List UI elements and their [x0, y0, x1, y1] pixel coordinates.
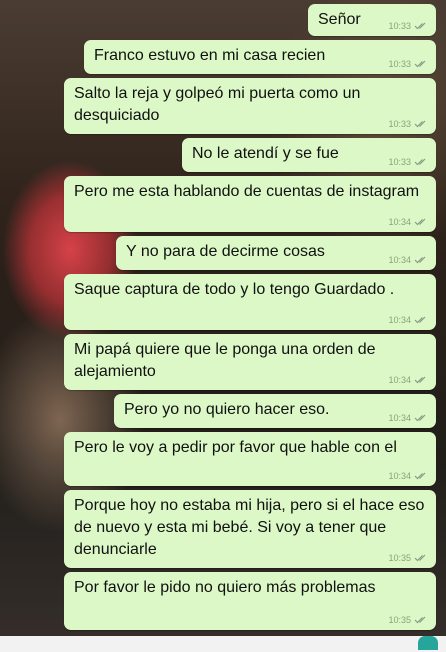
message-meta: 10:33 [388, 119, 428, 129]
message-bubble[interactable]: Y no para de decirme cosas 10:34 [116, 236, 436, 270]
message-time: 10:33 [388, 119, 411, 129]
double-check-icon [414, 120, 426, 128]
message-time: 10:34 [388, 375, 411, 385]
double-check-icon [414, 414, 426, 422]
message-bubble[interactable]: Pero yo no quiero hacer eso. 10:34 [114, 394, 436, 428]
message-bubble[interactable]: Pero me esta hablando de cuentas de inst… [64, 176, 436, 232]
message-time: 10:34 [388, 471, 411, 481]
message-time: 10:34 [388, 255, 411, 265]
message-bubble[interactable]: Pero le voy a pedir por favor que hable … [64, 432, 436, 486]
double-check-icon [414, 472, 426, 480]
message-meta: 10:34 [388, 413, 428, 423]
message-text: Franco estuvo en mi casa recien [94, 47, 326, 64]
message-meta: 10:35 [388, 553, 428, 563]
message-time: 10:35 [388, 615, 411, 625]
message-meta: 10:34 [388, 217, 428, 227]
message-text: Pero yo no quiero hacer eso. [124, 401, 330, 418]
message-time: 10:33 [388, 59, 411, 69]
message-meta: 10:33 [388, 21, 428, 31]
message-bubble[interactable]: Saque captura de todo y lo tengo Guardad… [64, 274, 436, 330]
double-check-icon [414, 60, 426, 68]
double-check-icon [414, 554, 426, 562]
message-meta: 10:33 [388, 157, 428, 167]
double-check-icon [414, 256, 426, 264]
message-text: Y no para de decirme cosas [126, 243, 325, 260]
double-check-icon [414, 158, 426, 166]
message-text: No le atendí y se fue [192, 145, 339, 162]
message-time: 10:34 [388, 217, 411, 227]
message-time: 10:33 [388, 157, 411, 167]
message-meta: 10:34 [388, 255, 428, 265]
message-time: 10:35 [388, 553, 411, 563]
double-check-icon [414, 22, 426, 30]
message-text: Señor [318, 11, 361, 28]
message-text: Por favor le pido no quiero más problema… [74, 579, 376, 596]
chat-thread[interactable]: Señor 10:33 Franco estuvo en mi casa rec… [0, 0, 446, 652]
message-bubble[interactable]: Mi papá quiere que le ponga una orden de… [64, 334, 436, 390]
message-bubble[interactable]: Porque hoy no estaba mi hija, pero si el… [64, 490, 436, 568]
message-text: Saque captura de todo y lo tengo Guardad… [74, 281, 395, 298]
message-text: Salto la reja y golpeó mi puerta como un… [74, 85, 361, 124]
double-check-icon [414, 616, 426, 624]
input-bar-edge [0, 636, 446, 652]
message-time: 10:33 [388, 21, 411, 31]
double-check-icon [414, 218, 426, 226]
message-time: 10:34 [388, 413, 411, 423]
message-bubble[interactable]: Franco estuvo en mi casa recien 10:33 [84, 40, 436, 74]
message-meta: 10:34 [388, 471, 428, 481]
message-bubble[interactable]: No le atendí y se fue 10:33 [182, 138, 436, 172]
send-button[interactable] [418, 636, 438, 650]
message-meta: 10:34 [388, 375, 428, 385]
message-bubble[interactable]: Salto la reja y golpeó mi puerta como un… [64, 78, 436, 134]
message-meta: 10:33 [388, 59, 428, 69]
message-text: Mi papá quiere que le ponga una orden de… [74, 341, 376, 380]
message-meta: 10:34 [388, 315, 428, 325]
double-check-icon [414, 316, 426, 324]
message-meta: 10:35 [388, 615, 428, 625]
message-text: Pero me esta hablando de cuentas de inst… [74, 183, 420, 200]
message-text: Porque hoy no estaba mi hija, pero si el… [74, 497, 425, 558]
message-text: Pero le voy a pedir por favor que hable … [74, 439, 397, 456]
double-check-icon [414, 376, 426, 384]
message-bubble[interactable]: Señor 10:33 [308, 4, 436, 36]
message-bubble[interactable]: Por favor le pido no quiero más problema… [64, 572, 436, 630]
message-time: 10:34 [388, 315, 411, 325]
